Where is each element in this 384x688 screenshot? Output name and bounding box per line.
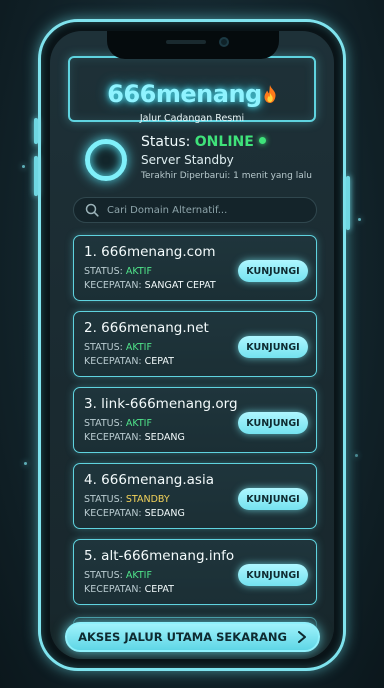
status-label: STATUS: (84, 494, 123, 505)
domain-status: STATUS: AKTIF (84, 266, 152, 277)
speaker-grille (166, 40, 206, 44)
speed-label: KECEPATAN: (84, 280, 142, 291)
phone-frame: 666menang Jalur Cadangan Resmi Status: O… (34, 19, 350, 671)
background-glow-dot (355, 454, 358, 457)
access-main-route-button[interactable]: AKSES JALUR UTAMA SEKARANG (65, 622, 320, 652)
status-label: STATUS: (84, 342, 123, 353)
volume-button (34, 156, 38, 196)
search-input[interactable] (107, 204, 307, 216)
last-updated: Terakhir Diperbarui: 1 menit yang lalu (141, 171, 312, 181)
domain-speed: KECEPATAN: CEPAT (84, 584, 174, 595)
speed-label: KECEPATAN: (84, 508, 142, 519)
domain-card: 4. 666menang.asia STATUS: STANDBY KECEPA… (73, 463, 317, 529)
phone-screen: 666menang Jalur Cadangan Resmi Status: O… (50, 31, 334, 659)
visit-button[interactable]: KUNJUNGI (238, 488, 308, 510)
visit-button[interactable]: KUNJUNGI (238, 336, 308, 358)
status-value: AKTIF (125, 266, 152, 277)
status-value: AKTIF (125, 570, 152, 581)
power-button (346, 176, 350, 230)
visit-button[interactable]: KUNJUNGI (238, 564, 308, 586)
status-ring-icon (85, 139, 127, 181)
status-value: STANDBY (125, 494, 170, 505)
domain-speed: KECEPATAN: SEDANG (84, 432, 185, 443)
domain-status: STATUS: AKTIF (84, 570, 152, 581)
domain-title: 4. 666menang.asia (84, 472, 214, 488)
domain-title: 3. link-666menang.org (84, 396, 238, 412)
domain-status: STATUS: STANDBY (84, 494, 170, 505)
domain-speed: KECEPATAN: SEDANG (84, 508, 185, 519)
domain-title: 5. alt-666menang.info (84, 548, 235, 564)
search-icon (85, 203, 99, 217)
background-glow-dot (22, 165, 25, 168)
speed-value: SANGAT CEPAT (144, 280, 216, 291)
status-value: AKTIF (125, 342, 152, 353)
cta-label: AKSES JALUR UTAMA SEKARANG (78, 630, 287, 644)
domain-status: STATUS: AKTIF (84, 418, 152, 429)
volume-button (34, 118, 38, 144)
brand-name: 666menang (107, 80, 262, 108)
status-line: Status: ONLINE (141, 134, 266, 150)
flame-icon (264, 85, 276, 103)
domain-card: 5. alt-666menang.info STATUS: AKTIF KECE… (73, 539, 317, 605)
search-bar[interactable] (73, 197, 317, 223)
chevron-right-icon (297, 631, 306, 643)
domain-speed: KECEPATAN: SANGAT CEPAT (84, 280, 216, 291)
status-label: STATUS: (84, 418, 123, 429)
speed-label: KECEPATAN: (84, 432, 142, 443)
domain-status: STATUS: AKTIF (84, 342, 152, 353)
speed-label: KECEPATAN: (84, 584, 142, 595)
speed-value: CEPAT (144, 356, 174, 367)
status-value: ONLINE (194, 134, 254, 150)
status-value: AKTIF (125, 418, 152, 429)
online-dot-icon (258, 137, 266, 144)
speed-value: SEDANG (144, 508, 185, 519)
domain-card: 2. 666menang.net STATUS: AKTIF KECEPATAN… (73, 311, 317, 377)
speed-value: CEPAT (144, 584, 174, 595)
domain-title: 2. 666menang.net (84, 320, 209, 336)
brand-header: 666menang Jalur Cadangan Resmi (68, 56, 316, 124)
domain-title: 1. 666menang.com (84, 244, 216, 260)
status-label: STATUS: (84, 570, 123, 581)
speed-value: SEDANG (144, 432, 185, 443)
background-glow-dot (358, 218, 361, 221)
visit-button[interactable]: KUNJUNGI (238, 260, 308, 282)
status-label: Status: (141, 134, 191, 150)
domain-card: 1. 666menang.com STATUS: AKTIF KECEPATAN… (73, 235, 317, 301)
server-status: Server Standby (141, 153, 234, 167)
notch (107, 31, 279, 59)
brand-subtitle: Jalur Cadangan Resmi (139, 113, 245, 124)
front-camera (219, 37, 229, 47)
visit-button[interactable]: KUNJUNGI (238, 412, 308, 434)
background-glow-dot (24, 462, 27, 465)
brand-logo: 666menang (70, 80, 314, 108)
domain-speed: KECEPATAN: CEPAT (84, 356, 174, 367)
speed-label: KECEPATAN: (84, 356, 142, 367)
domain-card: 3. link-666menang.org STATUS: AKTIF KECE… (73, 387, 317, 453)
status-label: STATUS: (84, 266, 123, 277)
